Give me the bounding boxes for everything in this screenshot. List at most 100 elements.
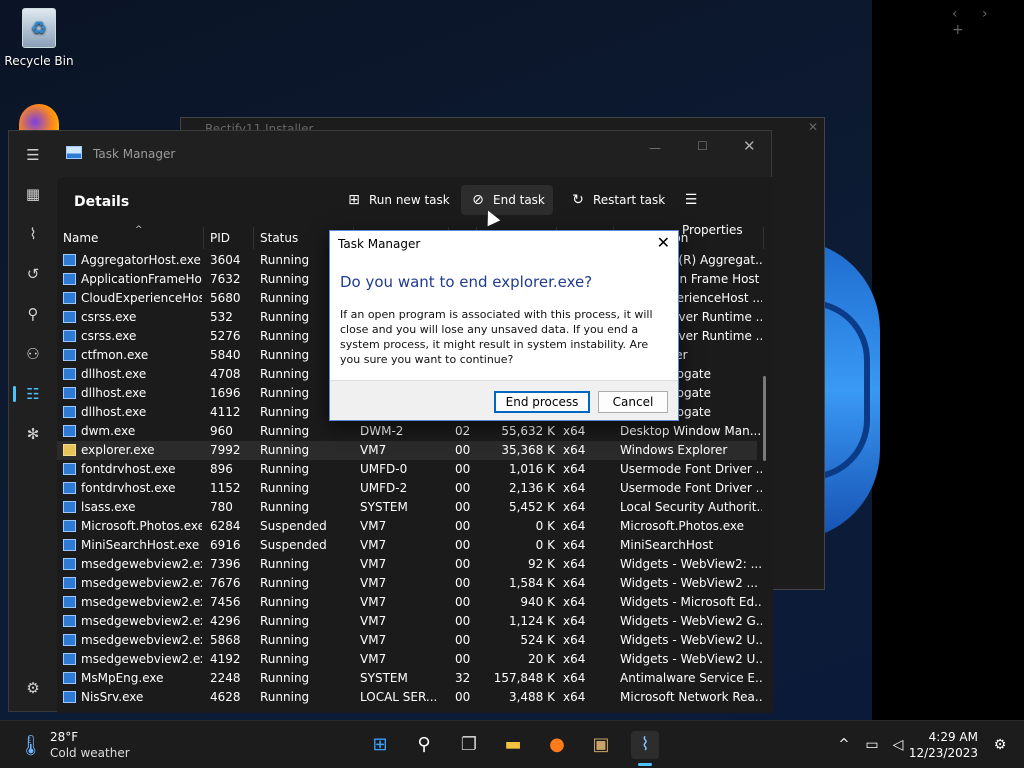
table-cell: msedgewebview2.exe (63, 555, 202, 574)
table-cell: 00 (455, 633, 471, 647)
end-process-dialog[interactable]: Task Manager ✕ Do you want to end explor… (329, 230, 679, 421)
table-cell: msedgewebview2.exe (63, 593, 202, 612)
task-manager-taskbar-icon[interactable]: ⌇ (631, 731, 659, 759)
table-cell: x64 (563, 443, 586, 457)
process-icon (63, 482, 76, 494)
file-explorer-icon[interactable]: ▬ (499, 731, 527, 759)
task-manager-window[interactable]: Task Manager — ☐ ✕ ☰ ▦ ⌇ ↺ ⚲ ⚇ ☷ ✻ ⚙ Det… (8, 130, 773, 713)
table-cell: Running (260, 633, 310, 647)
table-cell: VM7 (360, 576, 387, 590)
table-cell: DWM-2 (360, 424, 404, 438)
table-cell: x64 (563, 671, 586, 685)
table-cell: Usermode Font Driver ... (620, 462, 762, 476)
process-icon (63, 292, 76, 304)
table-row[interactable]: MsMpEng.exe 2248 Running SYSTEM 32 157,848 K x… (57, 669, 762, 688)
processes-icon[interactable]: ▦ (21, 182, 45, 206)
close-icon[interactable]: ✕ (657, 233, 670, 252)
recycle-bin-label: Recycle Bin (4, 54, 74, 68)
table-cell: 00 (455, 481, 471, 495)
table-cell: 5868 (210, 633, 241, 647)
maximize-button[interactable]: ☐ (697, 139, 708, 153)
column-header[interactable]: Name (57, 227, 204, 249)
close-icon[interactable]: ✕ (808, 120, 818, 134)
table-cell: 00 (455, 576, 471, 590)
start-button-icon[interactable]: ⊞ (366, 731, 394, 759)
clock[interactable]: 4:29 AM 12/23/2023 (908, 729, 978, 761)
table-row[interactable]: lsass.exe 780 Running SYSTEM 00 5,452 K x64 Loc… (57, 498, 762, 517)
close-button[interactable]: ✕ (743, 137, 756, 155)
table-cell: Running (260, 557, 310, 571)
settings-gear-icon[interactable]: ⚙ (21, 676, 45, 700)
table-cell: SYSTEM (360, 671, 408, 685)
startup-apps-icon[interactable]: ⚲ (21, 302, 45, 326)
recycle-bin[interactable]: ♻ Recycle Bin (4, 8, 74, 68)
end-process-button[interactable]: End process (494, 391, 590, 413)
table-cell: msedgewebview2.exe (63, 574, 202, 593)
table-cell: 4112 (210, 405, 241, 419)
table-row[interactable]: NisSrv.exe 4628 Running LOCAL SER... 00 3,488… (57, 688, 762, 707)
table-cell: 4708 (210, 367, 241, 381)
properties-button[interactable]: ☰Properties (674, 185, 773, 237)
table-row[interactable]: fontdrvhost.exe 1152 Running UMFD-2 00 2,136 … (57, 479, 762, 498)
restart-task-button[interactable]: ↻ Restart task (561, 185, 673, 215)
end-task-button[interactable]: ⊘ End task (461, 185, 553, 215)
table-row[interactable]: fontdrvhost.exe 896 Running UMFD-0 00 1,016 K… (57, 460, 762, 479)
table-row[interactable]: msedgewebview2.exe 7676 Running VM7 00 1,584 … (57, 574, 758, 593)
table-cell: 1,584 K (508, 576, 555, 590)
table-cell: Local Security Authorit... (620, 500, 762, 514)
table-row[interactable]: msedgewebview2.exe 4192 Running VM7 00 20 K x6… (57, 650, 762, 669)
weather-widget[interactable]: 🌡 28°F Cold weather (18, 729, 148, 761)
table-cell: x64 (563, 481, 586, 495)
table-cell: Widgets - WebView2 U... (620, 652, 762, 666)
table-cell: Usermode Font Driver ... (620, 481, 762, 495)
services-icon[interactable]: ✻ (21, 422, 45, 446)
performance-icon[interactable]: ⌇ (21, 222, 45, 246)
process-name: NisSrv.exe (81, 690, 144, 704)
table-cell: x64 (563, 500, 586, 514)
installer-app-icon[interactable]: ▣ (587, 731, 615, 759)
run-new-task-button[interactable]: ⊞ Run new task (337, 185, 458, 215)
title-bar[interactable]: Task Manager — ☐ ✕ (9, 131, 773, 177)
table-row[interactable]: msedgewebview2.exe 7396 Running VM7 00 92 K x6… (57, 555, 762, 574)
table-row[interactable]: msedgewebview2.exe 5868 Running VM7 00 524 K x… (57, 631, 762, 650)
active-indicator (13, 386, 16, 402)
notification-icon[interactable]: ⚙ (986, 731, 1014, 759)
process-icon (63, 368, 76, 380)
table-cell: Antimalware Service E... (620, 671, 762, 685)
chevron-up-icon[interactable]: ^ (830, 731, 858, 759)
run-new-task-label: Run new task (369, 193, 450, 207)
table-row[interactable]: Microsoft.Photos.exe 6284 Suspended VM7 00 0 … (57, 517, 757, 536)
table-cell: fontdrvhost.exe (63, 460, 202, 479)
nav-arrows: ‹ › + (952, 6, 998, 38)
users-icon[interactable]: ⚇ (21, 342, 45, 366)
table-cell: 524 K (520, 633, 555, 647)
table-cell: VM7 (360, 538, 387, 552)
table-cell: Running (260, 595, 310, 609)
table-cell: 7632 (210, 272, 241, 286)
table-row[interactable]: dwm.exe 960 Running DWM-2 02 55,632 K x64 Deskt… (57, 422, 761, 441)
details-icon[interactable]: ☷ (21, 382, 45, 406)
network-icon[interactable]: ▭ (858, 731, 886, 759)
table-row[interactable]: explorer.exe 7992 Running VM7 00 35,368 K x64 W… (57, 441, 757, 460)
dialog-heading: Do you want to end explorer.exe? (340, 273, 593, 291)
firefox-icon[interactable]: ● (543, 731, 571, 759)
minimize-button[interactable]: — (649, 141, 661, 155)
search-icon[interactable]: ⚲ (410, 731, 438, 759)
column-header[interactable]: PID (204, 227, 254, 249)
table-cell: 00 (455, 538, 471, 552)
table-row[interactable]: msedgewebview2.exe 7456 Running VM7 00 940 K x… (57, 593, 762, 612)
cancel-button[interactable]: Cancel (598, 391, 668, 413)
process-name: CloudExperienceHos... (81, 291, 202, 305)
app-history-icon[interactable]: ↺ (21, 262, 45, 286)
table-cell: Running (260, 443, 310, 457)
task-view-icon[interactable]: ❐ (455, 731, 483, 759)
process-name: ctfmon.exe (81, 348, 149, 362)
process-name: msedgewebview2.exe (81, 595, 202, 609)
table-row[interactable]: MiniSearchHost.exe 6916 Suspended VM7 00 0 K x… (57, 536, 757, 555)
vertical-scrollbar[interactable] (763, 376, 766, 461)
process-name: ApplicationFrameHo... (81, 272, 202, 286)
table-cell: VM7 (360, 519, 387, 533)
table-row[interactable]: msedgewebview2.exe 4296 Running VM7 00 1,124 … (57, 612, 762, 631)
hamburger-menu-icon[interactable]: ☰ (21, 143, 45, 167)
table-cell: csrss.exe (63, 308, 202, 327)
